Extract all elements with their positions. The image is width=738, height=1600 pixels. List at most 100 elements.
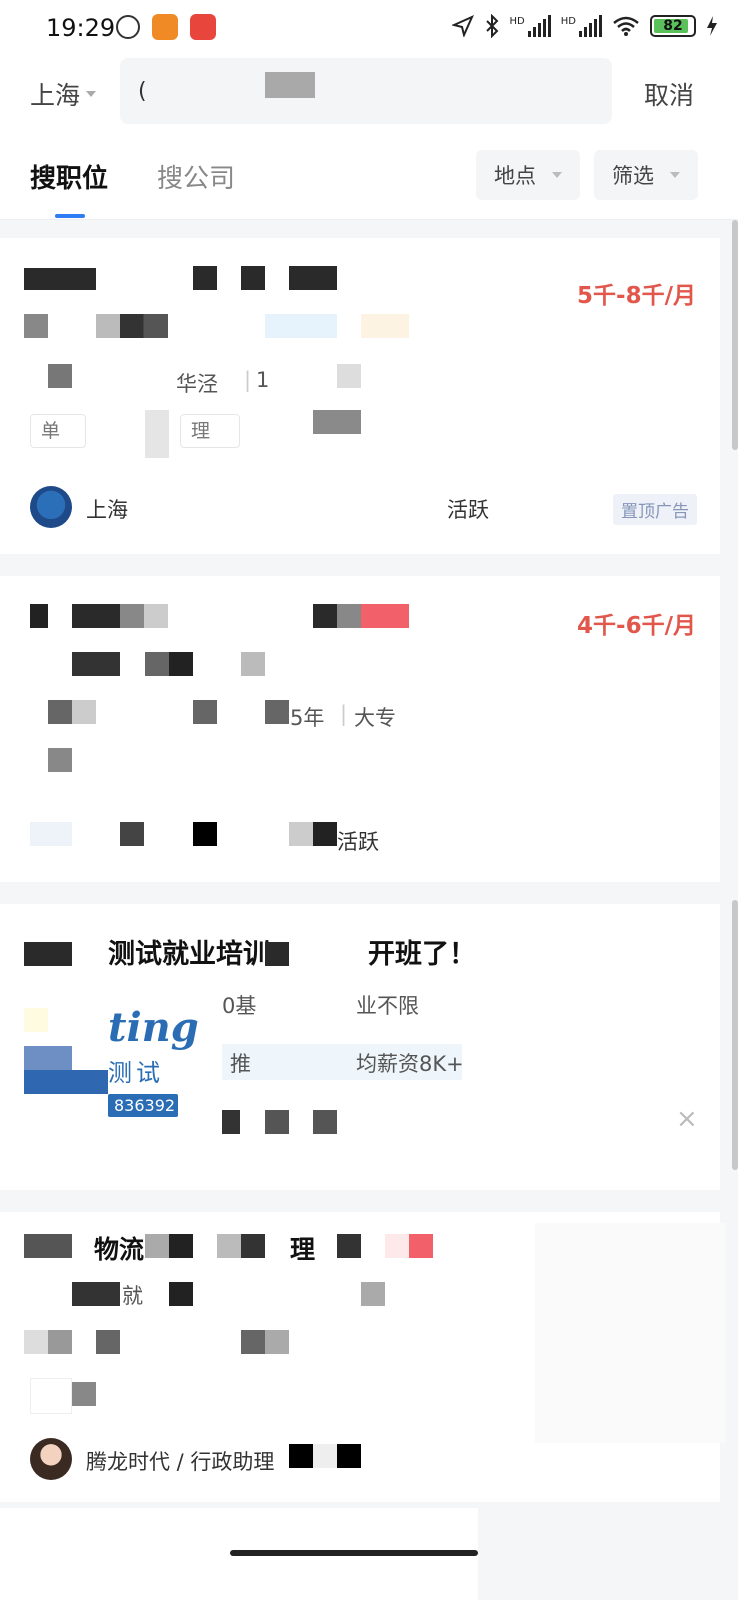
- location-arrow-icon: [451, 15, 474, 37]
- job-card[interactable]: 4千-6千/月 5年 | 大专 活跃: [0, 576, 720, 882]
- status-bar: 19:29 HD HD 82: [0, 0, 738, 58]
- ad-card[interactable]: 测试就业培训 开班了！ 0基 业不限 推 均薪资8K+ ting 测试 8363…: [0, 904, 720, 1190]
- app-notification-icon: [152, 14, 178, 40]
- redacted-tag: [72, 1382, 96, 1406]
- recruiter-status: 活跃: [447, 498, 489, 522]
- redacted-text: [24, 942, 72, 966]
- redacted-text: [193, 700, 217, 724]
- redacted-tag: [48, 748, 72, 772]
- tab-jobs[interactable]: 搜职位: [30, 158, 108, 195]
- ad-highlight-text: 推: [230, 1052, 251, 1076]
- company-name: 上海: [86, 498, 128, 522]
- ad-subtitle-end: 业不限: [356, 994, 419, 1018]
- app-notification-icon: [190, 14, 216, 40]
- job-meta-fragment: 就: [122, 1284, 143, 1308]
- redacted-text: [72, 1282, 120, 1306]
- ad-logo-number: 836392: [108, 1094, 178, 1117]
- redacted-tag: [145, 410, 169, 458]
- status-left-icons: [116, 14, 216, 40]
- ad-logo: ting 测试 836392: [108, 1004, 199, 1124]
- battery-level: 82: [663, 18, 683, 34]
- avatar: [30, 1438, 72, 1480]
- job-tag: 单: [30, 414, 86, 448]
- redacted-text: [265, 942, 289, 966]
- recruiter-status: 活跃: [337, 830, 379, 854]
- redacted-text: [120, 822, 144, 846]
- alarm-icon: [116, 15, 140, 39]
- salary-label: 4千-6千/月: [577, 613, 696, 639]
- search-box[interactable]: [120, 58, 612, 124]
- company-logo: [30, 822, 72, 846]
- redacted-query: [265, 72, 315, 98]
- city-selector[interactable]: 上海: [30, 76, 97, 112]
- job-tag: [30, 1378, 72, 1414]
- network-type-label: HD: [560, 16, 576, 27]
- chevron-down-icon: [670, 172, 680, 178]
- job-card[interactable]: 5千-8千/月 华泾 | 1 单 理 上海 活跃 置顶广告: [0, 238, 720, 554]
- redacted-title: [337, 1234, 361, 1258]
- network-type-label: HD: [509, 16, 525, 27]
- filter-button[interactable]: 筛选: [594, 150, 698, 200]
- redacted-image: [24, 1046, 72, 1070]
- job-tag: 理: [180, 414, 240, 448]
- cancel-button[interactable]: 取消: [644, 76, 694, 112]
- battery-icon: 82: [650, 15, 696, 37]
- close-icon[interactable]: ×: [676, 1104, 698, 1134]
- salary-label: 5千-8千/月: [577, 283, 696, 309]
- redacted-text: [337, 1444, 361, 1468]
- redacted-text: [48, 364, 72, 388]
- search-header: 上海 取消: [0, 58, 738, 128]
- redacted-text: [96, 1330, 120, 1354]
- city-label: 上海: [30, 81, 81, 110]
- redacted-tag: [265, 314, 337, 338]
- job-experience: 1: [256, 368, 270, 392]
- redacted-text: [289, 822, 337, 846]
- tab-companies[interactable]: 搜公司: [157, 158, 235, 195]
- redacted-title: [313, 604, 409, 628]
- scrollbar[interactable]: [732, 220, 738, 450]
- redacted-text: [24, 314, 48, 338]
- job-list: 5千-8千/月 华泾 | 1 单 理 上海 活跃 置顶广告 4千-6千/月 5年…: [0, 220, 738, 1600]
- scrollbar[interactable]: [732, 900, 738, 1170]
- redacted-text: [96, 314, 168, 338]
- redacted-image: [24, 1008, 48, 1032]
- redacted-text: [169, 1282, 193, 1306]
- redacted-title: [241, 266, 265, 290]
- ad-title: 测试就业培训: [108, 939, 270, 970]
- redacted-text: [48, 700, 96, 724]
- job-location: 华泾: [176, 372, 218, 396]
- chevron-down-icon: [552, 172, 562, 178]
- redacted-text: [222, 1110, 240, 1134]
- redacted-text: [265, 1110, 289, 1134]
- redacted-text: [241, 652, 265, 676]
- redacted-text: [289, 1444, 337, 1468]
- ad-logo-cn: 测试: [108, 1059, 164, 1087]
- charging-icon: [707, 16, 717, 36]
- redacted-title: [193, 266, 217, 290]
- company-logo: [30, 486, 72, 528]
- job-title-fragment: 理: [290, 1235, 316, 1264]
- redacted-title: [217, 1234, 265, 1258]
- search-input[interactable]: [120, 58, 612, 124]
- status-time: 19:29: [46, 14, 116, 42]
- ad-highlight-text-end: 均薪资8K+: [356, 1052, 464, 1076]
- redacted-text: [24, 1330, 72, 1354]
- redacted-title: [24, 268, 96, 290]
- location-filter-button[interactable]: 地点: [476, 150, 580, 200]
- home-indicator[interactable]: [230, 1550, 478, 1556]
- redacted-text: [145, 652, 193, 676]
- redacted-title: [72, 604, 168, 628]
- redacted-title: [24, 1234, 72, 1258]
- active-tab-indicator: [55, 214, 85, 218]
- filter-label: 筛选: [612, 164, 654, 188]
- redacted-text: [72, 652, 120, 676]
- redacted-text: [241, 1330, 289, 1354]
- ad-subtitle: 0基: [222, 994, 257, 1018]
- redacted-title: [30, 604, 48, 628]
- status-right-icons: HD HD 82: [451, 14, 718, 38]
- redacted-text: [265, 700, 289, 724]
- bluetooth-icon: [485, 14, 498, 38]
- meta-divider: |: [340, 702, 348, 726]
- signal-icon: HD: [561, 15, 602, 37]
- redacted-salary: [385, 1234, 433, 1258]
